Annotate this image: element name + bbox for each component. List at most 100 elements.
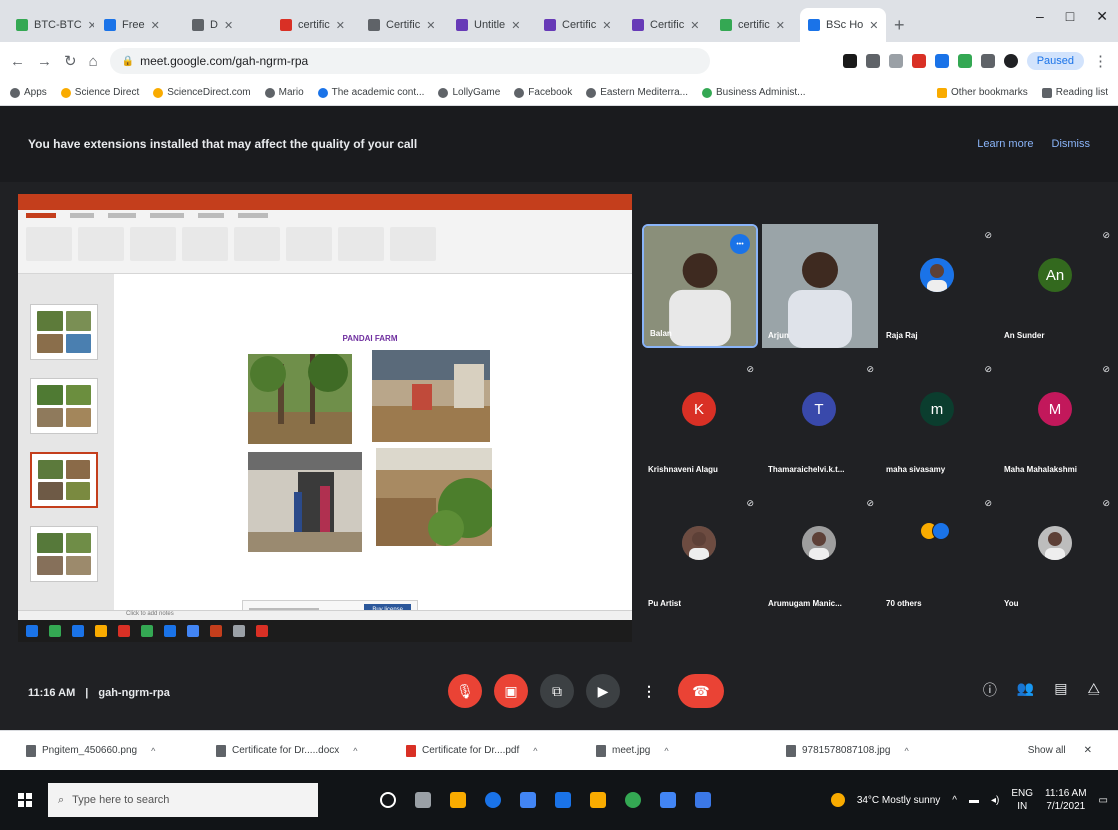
- weather-text[interactable]: 34°C Mostly sunny: [857, 795, 940, 806]
- activities-icon[interactable]: ⧋: [1088, 680, 1101, 700]
- more-options-icon[interactable]: ⋮: [632, 674, 666, 708]
- other-bookmarks[interactable]: Other bookmarks: [937, 87, 1028, 98]
- reading-list[interactable]: Reading list: [1041, 87, 1108, 98]
- cortana-icon[interactable]: [380, 792, 396, 808]
- download-item[interactable]: Certificate for Dr.....docx ^: [216, 744, 406, 757]
- hang-up-icon[interactable]: ☎: [678, 674, 724, 708]
- tab-close-icon[interactable]: ✕: [869, 19, 878, 32]
- extension-green-icon[interactable]: [957, 54, 972, 68]
- download-item[interactable]: Pngitem_450660.png ^: [26, 744, 216, 757]
- participant-tile[interactable]: ⊘ You: [998, 492, 1114, 616]
- close-shelf-button[interactable]: ✕: [1084, 745, 1092, 756]
- mic-off-icon[interactable]: 🎙: [448, 674, 482, 708]
- slide-thumbnail[interactable]: [30, 304, 98, 360]
- profile-chip[interactable]: Paused: [1026, 52, 1084, 70]
- dismiss-button[interactable]: Dismiss: [1052, 138, 1091, 150]
- bookmark-item[interactable]: Facebook: [514, 87, 572, 98]
- participant-tile[interactable]: ⊘ 70 others: [880, 492, 996, 616]
- present-now-icon[interactable]: ▶: [586, 674, 620, 708]
- show-all-button[interactable]: Show all: [1028, 745, 1066, 756]
- chevron-up-icon[interactable]: ^: [664, 746, 668, 756]
- close-window-button[interactable]: ✕: [1096, 8, 1108, 25]
- info-icon[interactable]: ⓘ: [983, 680, 997, 700]
- chevron-up-icon[interactable]: ^: [533, 746, 537, 756]
- chevron-up-icon[interactable]: ^: [952, 795, 957, 806]
- extension-blue-icon[interactable]: [934, 54, 949, 68]
- browser-tab[interactable]: Certific ✕: [624, 8, 710, 42]
- tab-close-icon[interactable]: ✕: [776, 19, 785, 32]
- participant-tile[interactable]: An ⊘ An Sunder: [998, 224, 1114, 348]
- avatar[interactable]: [1003, 54, 1018, 68]
- language-indicator[interactable]: ENG IN: [1011, 787, 1033, 813]
- download-item[interactable]: 9781578087108.jpg ^: [786, 744, 976, 757]
- home-icon[interactable]: ⌂: [89, 53, 98, 70]
- bookmark-item[interactable]: Apps: [10, 87, 47, 98]
- learn-more-link[interactable]: Learn more: [977, 138, 1033, 150]
- store-icon[interactable]: [555, 792, 571, 808]
- zoom-icon[interactable]: [865, 54, 880, 68]
- captions-icon[interactable]: ⧉: [540, 674, 574, 708]
- tab-close-icon[interactable]: ✕: [602, 19, 611, 32]
- chevron-up-icon[interactable]: ^: [151, 746, 155, 756]
- tab-close-icon[interactable]: ✕: [224, 19, 233, 32]
- puzzle-icon[interactable]: [980, 54, 995, 68]
- task-view-icon[interactable]: [415, 792, 431, 808]
- star-icon[interactable]: [888, 54, 903, 68]
- slide-thumbnail-selected[interactable]: [30, 452, 98, 508]
- browser-tab[interactable]: Untitle ✕: [448, 8, 534, 42]
- maximize-button[interactable]: □: [1066, 8, 1074, 25]
- people-icon[interactable]: 👥: [1017, 680, 1034, 700]
- extension-red-icon[interactable]: [911, 54, 926, 68]
- bookmark-item[interactable]: Mario: [264, 87, 304, 98]
- participant-tile[interactable]: ••• Balan: [642, 224, 758, 348]
- browser-tab[interactable]: Certific ✕: [360, 8, 446, 42]
- app-icon[interactable]: [695, 792, 711, 808]
- bookmark-item[interactable]: Business Administ...: [702, 87, 806, 98]
- notifications-icon[interactable]: ▭: [1099, 795, 1108, 806]
- browser-tab[interactable]: Certific ✕: [536, 8, 622, 42]
- browser-tab[interactable]: BTC-BTC ✕: [8, 8, 94, 42]
- bookmark-item[interactable]: Eastern Mediterra...: [586, 87, 688, 98]
- bookmark-item[interactable]: Science Direct: [60, 87, 139, 98]
- participant-tile[interactable]: T ⊘ Thamaraichelvi.k.t...: [762, 358, 878, 482]
- address-bar[interactable]: 🔒 meet.google.com/gah-ngrm-rpa: [109, 48, 710, 74]
- tab-close-icon[interactable]: ✕: [151, 19, 160, 32]
- camera-icon[interactable]: [842, 54, 857, 68]
- mail-icon[interactable]: [520, 792, 536, 808]
- browser-tab[interactable]: Free ✕: [96, 8, 182, 42]
- slide-thumbnail[interactable]: [30, 526, 98, 582]
- edge-icon[interactable]: [485, 792, 501, 808]
- participant-tile[interactable]: Arjun: [762, 224, 878, 348]
- participant-tile[interactable]: M ⊘ Maha Mahalakshmi: [998, 358, 1114, 482]
- browser-tab[interactable]: BSc Ho ✕: [800, 8, 886, 42]
- tab-close-icon[interactable]: ✕: [88, 19, 94, 32]
- volume-icon[interactable]: ◂): [991, 795, 999, 806]
- browser-tab[interactable]: D ✕: [184, 8, 270, 42]
- taskbar-clock[interactable]: 11:16 AM 7/1/2021: [1045, 787, 1087, 813]
- browser-tab[interactable]: certific ✕: [712, 8, 798, 42]
- participant-tile[interactable]: m ⊘ maha sivasamy: [880, 358, 996, 482]
- tab-close-icon[interactable]: ✕: [426, 19, 435, 32]
- reload-icon[interactable]: ↻: [64, 52, 77, 70]
- chrome-icon[interactable]: [625, 792, 641, 808]
- slide-thumbnail[interactable]: [30, 378, 98, 434]
- browser-tab[interactable]: certific ✕: [272, 8, 358, 42]
- participant-tile[interactable]: ⊘ Raja Raj: [880, 224, 996, 348]
- participant-tile[interactable]: ⊘ Arumugam Manic...: [762, 492, 878, 616]
- minimize-button[interactable]: –: [1036, 8, 1044, 25]
- chevron-up-icon[interactable]: ^: [904, 746, 908, 756]
- chevron-up-icon[interactable]: ^: [353, 746, 357, 756]
- download-item[interactable]: meet.jpg ^: [596, 744, 786, 757]
- menu-dots-icon[interactable]: ⋮: [1093, 52, 1108, 70]
- bookmark-item[interactable]: ScienceDirect.com: [153, 87, 251, 98]
- chat-icon[interactable]: ▤: [1054, 680, 1067, 700]
- forward-arrow-icon[interactable]: →: [37, 53, 52, 70]
- bookmark-item[interactable]: LollyGame: [438, 87, 500, 98]
- camera-off-icon[interactable]: ▣: [494, 674, 528, 708]
- tab-close-icon[interactable]: ✕: [690, 19, 699, 32]
- word-icon[interactable]: [660, 792, 676, 808]
- back-arrow-icon[interactable]: ←: [10, 53, 25, 70]
- network-icon[interactable]: ▬: [969, 795, 979, 806]
- tab-close-icon[interactable]: ✕: [511, 19, 520, 32]
- file-explorer-icon[interactable]: [590, 792, 606, 808]
